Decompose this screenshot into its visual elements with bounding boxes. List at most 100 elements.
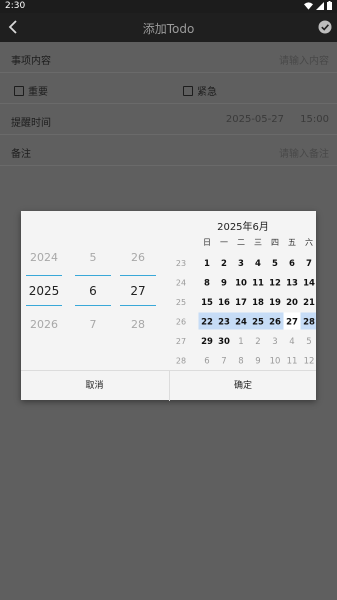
important-label: 重要 [28, 87, 48, 98]
calendar-day[interactable]: 11 [287, 357, 298, 367]
year-prev[interactable]: 2024 [24, 251, 64, 264]
ok-button[interactable]: 确定 [169, 371, 316, 401]
calendar-day[interactable]: 9 [255, 357, 260, 367]
calendar-day[interactable]: 26 [269, 318, 281, 328]
calendar-day[interactable]: 17 [235, 298, 247, 308]
signal-icon [316, 1, 324, 10]
calendar-day[interactable]: 18 [252, 298, 264, 308]
calendar-day[interactable]: 25 [252, 318, 264, 328]
day-next[interactable]: 28 [118, 318, 158, 331]
calendar-day[interactable]: 9 [221, 279, 227, 289]
calendar-day[interactable]: 24 [235, 318, 247, 328]
urgent-label: 紧急 [197, 87, 217, 98]
weekday-label: 四 [271, 238, 279, 247]
year-next[interactable]: 2026 [24, 318, 64, 331]
weekday-label: 日 [203, 238, 211, 247]
week-number: 25 [176, 298, 186, 307]
calendar-day[interactable]: 7 [221, 357, 226, 367]
note-row[interactable]: 备注 请输入备注 [0, 135, 337, 166]
status-bar: 2:30 [0, 0, 337, 13]
check-circle-icon[interactable] [318, 20, 332, 34]
calendar-day[interactable]: 6 [204, 357, 209, 367]
calendar-day[interactable]: 29 [201, 337, 213, 347]
flags-row: 重要 紧急 [0, 73, 337, 104]
calendar-day[interactable]: 23 [218, 318, 230, 328]
week-number: 27 [176, 337, 186, 346]
calendar-day[interactable]: 12 [269, 279, 281, 289]
todo-form: 事项内容 请输入内容 重要 紧急 提醒时间 2025-05-27 15:00 备… [0, 42, 337, 166]
remind-time[interactable]: 15:00 [300, 114, 329, 125]
day-wheel[interactable]: 26 27 28 [118, 211, 158, 370]
day-prev[interactable]: 26 [118, 251, 158, 264]
remind-label: 提醒时间 [11, 118, 51, 129]
calendar-day[interactable]: 5 [306, 337, 311, 347]
weekday-label: 一 [220, 238, 228, 247]
remind-row[interactable]: 提醒时间 2025-05-27 15:00 [0, 104, 337, 135]
calendar-day[interactable]: 13 [286, 279, 298, 289]
month-prev[interactable]: 5 [73, 251, 113, 264]
important-checkbox[interactable]: 重要 [14, 83, 48, 98]
page-title: 添加Todo [142, 22, 195, 36]
calendar-day[interactable]: 10 [235, 279, 247, 289]
calendar-day[interactable]: 21 [303, 298, 315, 308]
calendar-day[interactable]: 16 [218, 298, 230, 308]
note-label: 备注 [11, 149, 31, 160]
dialog-buttons: 取消 确定 [21, 370, 316, 401]
status-time: 2:30 [5, 1, 26, 11]
content-input[interactable]: 请输入内容 [279, 52, 329, 67]
battery-icon [327, 1, 332, 10]
date-wheels: 2024 2025 2026 5 6 7 26 27 28 [21, 211, 168, 370]
remind-date[interactable]: 2025-05-27 [226, 114, 284, 125]
month-divider-top [75, 275, 111, 276]
calendar-day[interactable]: 14 [303, 279, 315, 289]
content-row[interactable]: 事项内容 请输入内容 [0, 42, 337, 73]
calendar-day[interactable]: 4 [289, 337, 294, 347]
week-number: 23 [176, 259, 186, 268]
cancel-button[interactable]: 取消 [21, 371, 168, 401]
calendar-day[interactable]: 28 [303, 318, 315, 328]
calendar-day[interactable]: 8 [204, 279, 210, 289]
year-wheel[interactable]: 2024 2025 2026 [24, 211, 64, 370]
calendar-day[interactable]: 12 [304, 357, 315, 367]
calendar-day[interactable]: 20 [286, 298, 298, 308]
calendar-day[interactable]: 10 [270, 357, 281, 367]
calendar-day[interactable]: 30 [218, 337, 230, 347]
week-number: 24 [176, 279, 186, 288]
calendar-day[interactable]: 11 [252, 279, 264, 289]
calendar-day[interactable]: 1 [204, 259, 210, 269]
calendar-day[interactable]: 15 [201, 298, 213, 308]
week-number: 28 [176, 357, 186, 366]
calendar: 2025年6月 日一二三四五六 23 1 2 3 4 5 6 7 24 8 9 10 11 12 13 14 25… [170, 211, 316, 370]
calendar-day[interactable]: 3 [272, 337, 277, 347]
weekday-label: 二 [237, 238, 245, 247]
calendar-day[interactable]: 2 [255, 337, 260, 347]
date-picker-dialog: 2024 2025 2026 5 6 7 26 27 28 2025年6月 日一… [21, 211, 316, 401]
calendar-day[interactable]: 27 [286, 318, 298, 328]
year-divider-top [26, 275, 62, 276]
calendar-day[interactable]: 3 [238, 259, 244, 269]
calendar-day[interactable]: 5 [272, 259, 278, 269]
year-current[interactable]: 2025 [24, 284, 64, 298]
calendar-day[interactable]: 4 [255, 259, 261, 269]
urgent-checkbox-box[interactable] [183, 85, 193, 96]
calendar-day[interactable]: 1 [238, 337, 243, 347]
calendar-day[interactable]: 6 [289, 259, 295, 269]
calendar-day[interactable]: 19 [269, 298, 281, 308]
calendar-grid: 日一二三四五六23 1 2 3 4 5 6 724 8 9 10 11 12 13 1425 15 16 17 18… [176, 237, 316, 367]
content-label: 事项内容 [11, 56, 51, 67]
day-current[interactable]: 27 [118, 284, 158, 298]
calendar-day[interactable]: 8 [238, 357, 243, 367]
day-divider-bottom [120, 305, 156, 306]
year-divider-bottom [26, 305, 62, 306]
calendar-day[interactable]: 7 [306, 259, 312, 269]
month-wheel[interactable]: 5 6 7 [73, 211, 113, 370]
month-current[interactable]: 6 [73, 284, 113, 298]
weekday-label: 五 [288, 238, 296, 247]
calendar-day[interactable]: 2 [221, 259, 227, 269]
note-input[interactable]: 请输入备注 [279, 145, 329, 160]
urgent-checkbox[interactable]: 紧急 [183, 83, 217, 98]
calendar-day[interactable]: 22 [201, 318, 213, 328]
weekday-label: 三 [254, 238, 262, 247]
month-next[interactable]: 7 [73, 318, 113, 331]
important-checkbox-box[interactable] [14, 85, 24, 96]
